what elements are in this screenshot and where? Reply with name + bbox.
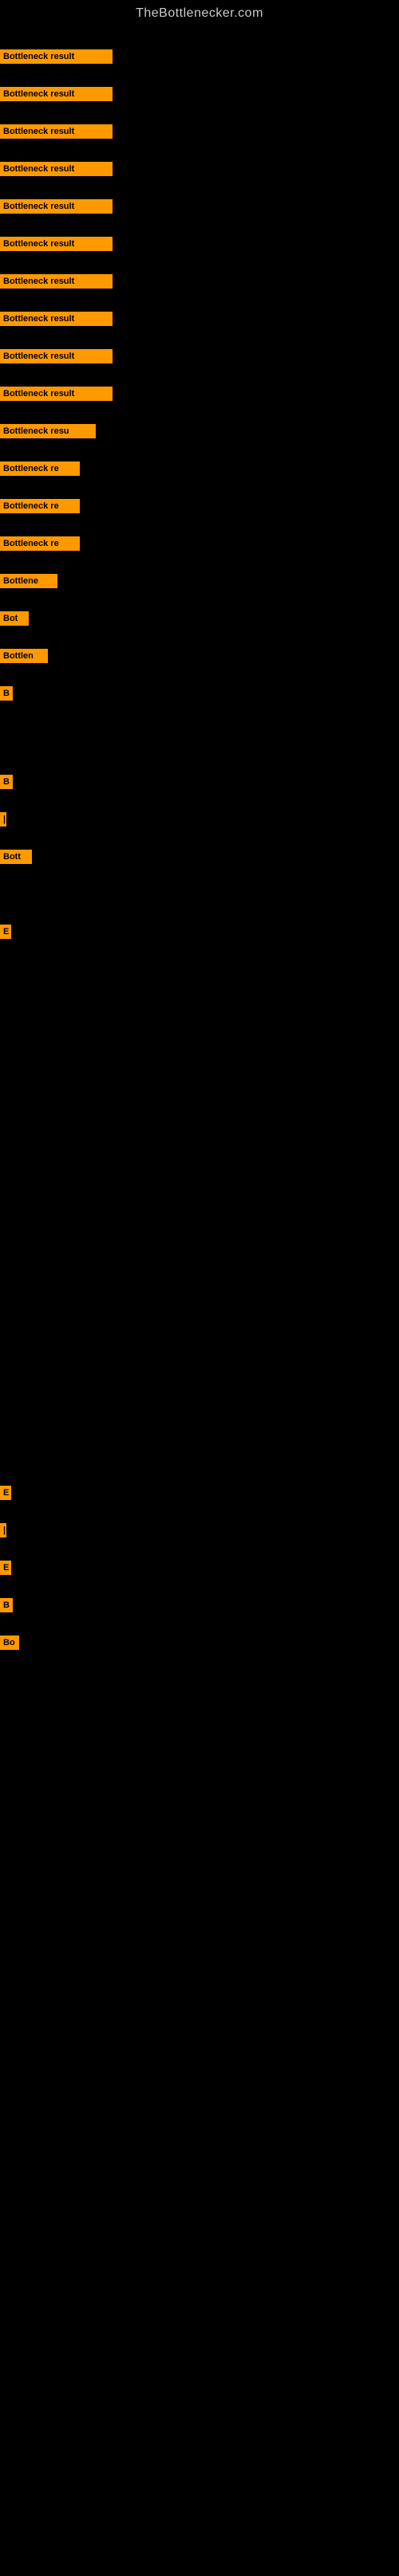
bar-label: Bottleneck result — [0, 237, 113, 251]
bar-label: | — [0, 1523, 6, 1537]
bar-row: E — [0, 1561, 11, 1575]
bar-row: B — [0, 1598, 13, 1612]
bar-row: Bott — [0, 850, 32, 864]
bar-label: Bottleneck re — [0, 461, 80, 476]
bar-row: Bottleneck resu — [0, 424, 96, 438]
bar-label: B — [0, 686, 13, 701]
bar-row: Bottleneck result — [0, 87, 113, 101]
bar-label: Bottleneck resu — [0, 424, 96, 438]
bar-row: | — [0, 1523, 6, 1537]
bar-row: Bottleneck re — [0, 499, 80, 513]
bar-label: B — [0, 1598, 13, 1612]
bar-row: Bottleneck result — [0, 199, 113, 214]
bar-label: Bottleneck result — [0, 124, 113, 139]
bar-label: Bottlene — [0, 574, 57, 588]
bar-row: B — [0, 686, 13, 701]
bar-row: Bottleneck result — [0, 274, 113, 289]
bar-row: Bottleneck result — [0, 349, 113, 363]
bar-row: Bottleneck result — [0, 124, 113, 139]
bar-label: Bottleneck re — [0, 499, 80, 513]
bar-row: Bottleneck result — [0, 312, 113, 326]
bar-label: Bottleneck result — [0, 349, 113, 363]
bar-row: Bottleneck result — [0, 237, 113, 251]
bar-row: Bottleneck result — [0, 162, 113, 176]
bar-label: E — [0, 1486, 11, 1500]
bar-label: | — [0, 812, 6, 827]
bar-label: Bo — [0, 1636, 19, 1650]
site-title: TheBottlenecker.com — [0, 0, 399, 26]
bar-label: Bottleneck result — [0, 49, 113, 64]
bar-label: B — [0, 775, 13, 789]
bar-row: Bottleneck result — [0, 387, 113, 401]
bar-row: Bottleneck re — [0, 461, 80, 476]
bar-label: Bottleneck result — [0, 312, 113, 326]
bar-label: Bottleneck result — [0, 387, 113, 401]
bar-row: Bottlene — [0, 574, 57, 588]
bar-row: Bottlen — [0, 649, 48, 663]
bar-label: Bottlen — [0, 649, 48, 663]
bar-label: Bottleneck result — [0, 274, 113, 289]
bar-label: E — [0, 925, 11, 939]
bar-label: Bottleneck result — [0, 87, 113, 101]
bar-label: Bottleneck result — [0, 162, 113, 176]
bar-row: Bottleneck re — [0, 536, 80, 551]
bar-row: E — [0, 1486, 11, 1500]
bar-label: Bot — [0, 611, 29, 626]
bar-row: | — [0, 812, 6, 827]
bar-label: Bottleneck result — [0, 199, 113, 214]
bar-row: B — [0, 775, 13, 789]
bar-label: Bott — [0, 850, 32, 864]
bar-row: Bo — [0, 1636, 19, 1650]
bar-label: Bottleneck re — [0, 536, 80, 551]
bar-row: Bottleneck result — [0, 49, 113, 64]
bar-row: Bot — [0, 611, 29, 626]
bar-row: E — [0, 925, 11, 939]
bar-label: E — [0, 1561, 11, 1575]
